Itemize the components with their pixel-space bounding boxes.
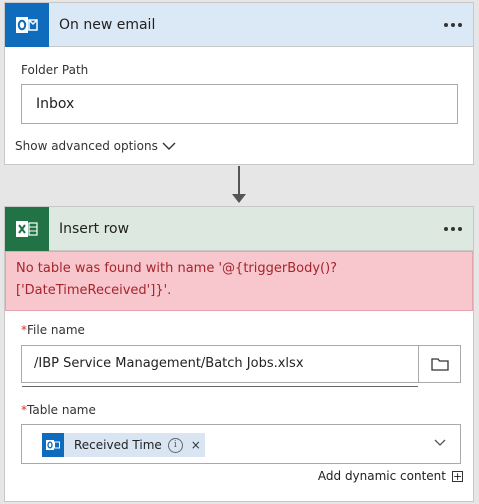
show-advanced-options-link[interactable]: Show advanced options	[15, 139, 176, 153]
outlook-icon	[42, 433, 64, 457]
trigger-card: On new email Folder Path Inbox Show adva…	[4, 2, 474, 165]
more-options-icon[interactable]	[441, 3, 465, 47]
show-advanced-label: Show advanced options	[15, 139, 158, 153]
file-name-value: /IBP Service Management/Batch Jobs.xlsx	[34, 356, 304, 371]
error-message: No table was found with name '@{triggerB…	[5, 251, 473, 311]
file-name-input[interactable]: /IBP Service Management/Batch Jobs.xlsx	[21, 345, 461, 387]
token-label: Received Time	[74, 438, 162, 452]
outlook-icon	[5, 3, 49, 47]
excel-icon	[5, 207, 49, 251]
table-name-input[interactable]: Received Time i ×	[21, 424, 461, 464]
add-dynamic-content-label: Add dynamic content	[317, 469, 446, 483]
action-header[interactable]: Insert row	[5, 207, 473, 251]
add-dynamic-content-button[interactable]: Add dynamic content +	[318, 469, 463, 483]
folder-path-value: Inbox	[36, 96, 75, 112]
file-name-label-text: File name	[27, 323, 85, 337]
flow-connector	[238, 166, 240, 196]
chevron-down-icon[interactable]	[434, 439, 446, 447]
file-name-label: *File name	[21, 323, 85, 337]
file-name-underline	[22, 386, 418, 387]
folder-path-input[interactable]: Inbox	[21, 84, 458, 124]
folder-path-label: Folder Path	[21, 63, 89, 77]
dynamic-token[interactable]: Received Time i ×	[42, 433, 205, 457]
trigger-title: On new email	[59, 17, 156, 33]
arrow-down-icon	[232, 194, 246, 203]
token-remove-icon[interactable]: ×	[191, 438, 201, 452]
chevron-down-icon	[162, 142, 176, 150]
action-title: Insert row	[59, 221, 130, 237]
info-icon[interactable]: i	[167, 437, 183, 453]
table-name-label: *Table name	[21, 403, 96, 417]
trigger-header[interactable]: On new email	[5, 3, 473, 47]
more-options-icon[interactable]	[441, 207, 465, 251]
folder-picker-button[interactable]	[418, 345, 460, 383]
plus-icon: +	[452, 469, 463, 483]
folder-icon	[430, 358, 449, 371]
table-name-label-text: Table name	[27, 403, 96, 417]
action-card: Insert row No table was found with name …	[4, 206, 474, 502]
